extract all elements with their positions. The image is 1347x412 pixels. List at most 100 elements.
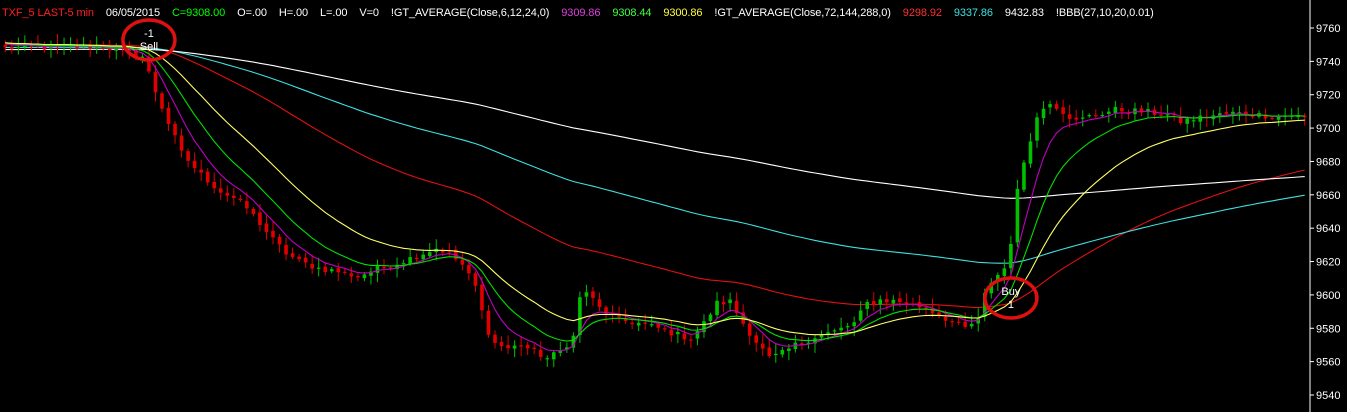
candle-body bbox=[878, 299, 883, 305]
candle-body bbox=[1041, 108, 1046, 119]
candle-body bbox=[271, 230, 275, 238]
candle-body bbox=[251, 208, 256, 214]
candle-body bbox=[427, 252, 432, 257]
candle-body bbox=[963, 321, 967, 327]
candle-body bbox=[258, 212, 262, 226]
avg1-value-1: 9309.86 bbox=[561, 7, 601, 19]
candle-body bbox=[245, 201, 249, 209]
candle-body bbox=[721, 301, 726, 305]
candle-body bbox=[676, 332, 680, 335]
candle-body bbox=[891, 299, 896, 304]
candle-body bbox=[1080, 117, 1085, 119]
candle-body bbox=[532, 347, 536, 349]
candle-body bbox=[871, 301, 876, 305]
high-value: H=.00 bbox=[278, 7, 309, 19]
candle-body bbox=[754, 335, 759, 343]
price-tick-label: 9560 bbox=[1316, 357, 1340, 369]
candle-body bbox=[499, 341, 504, 347]
buy-signal-text-top: Buy bbox=[1001, 286, 1020, 298]
buy-signal-circle bbox=[983, 276, 1039, 320]
avg1-value-2: 9308.44 bbox=[612, 7, 652, 19]
price-tick-label: 9680 bbox=[1316, 156, 1340, 168]
candle-body bbox=[1100, 114, 1105, 117]
candle-body bbox=[956, 321, 961, 323]
ma-144-line bbox=[5, 46, 1305, 264]
candle-body bbox=[519, 345, 523, 347]
avg1-value-3: 9300.86 bbox=[663, 7, 703, 19]
candle-body bbox=[349, 273, 354, 277]
candle-body bbox=[715, 300, 719, 316]
candle-body bbox=[16, 46, 21, 49]
candle-body bbox=[826, 332, 830, 335]
short-moving-averages bbox=[5, 42, 1305, 352]
candle-body bbox=[669, 329, 674, 336]
buy-signal-text-bottom: 1 bbox=[1008, 299, 1014, 311]
candle-body bbox=[1074, 117, 1078, 120]
candle-body bbox=[160, 93, 164, 109]
candle-body bbox=[264, 223, 269, 232]
candle-body bbox=[1061, 107, 1065, 114]
price-tick-label: 9540 bbox=[1316, 390, 1340, 402]
sell-signal-text-bottom: Sell bbox=[140, 41, 158, 53]
candle-body bbox=[303, 257, 308, 263]
candle-body bbox=[512, 345, 517, 349]
ma-6-line bbox=[5, 42, 1305, 352]
candle-body bbox=[767, 347, 772, 357]
candle-body bbox=[1276, 116, 1281, 120]
candle-body bbox=[284, 244, 288, 255]
candle-body bbox=[382, 266, 386, 268]
ma-72-line bbox=[5, 43, 1305, 309]
candle-body bbox=[950, 321, 954, 323]
candle-body bbox=[1191, 120, 1196, 122]
candle-body bbox=[591, 291, 595, 298]
candle-body bbox=[1009, 243, 1013, 269]
avg2-value-3: 9432.83 bbox=[1004, 7, 1044, 19]
candle-body bbox=[225, 192, 230, 196]
chart-header: TXF_5 LAST-5 min 06/05/2015 C=9308.00 O=… bbox=[2, 6, 1163, 20]
candle-body bbox=[1067, 114, 1072, 119]
candle-body bbox=[1015, 188, 1020, 243]
candle-body bbox=[780, 349, 785, 355]
candle-body bbox=[708, 314, 713, 322]
price-axis: 9540 9560 9580 9600 9620 9640 9660 9680 9700 9720… bbox=[1309, 0, 1340, 412]
candle-body bbox=[839, 327, 843, 331]
candle-body bbox=[1185, 118, 1189, 124]
candle-body bbox=[1087, 115, 1092, 117]
candle-body bbox=[277, 236, 282, 245]
avg1-label: !GT_AVERAGE(Close,6,12,24,0) bbox=[390, 7, 550, 19]
candle-body bbox=[656, 323, 661, 328]
candle-body bbox=[460, 259, 465, 265]
candle-body bbox=[1022, 162, 1026, 190]
price-tick-label: 9600 bbox=[1316, 290, 1340, 302]
candle-body bbox=[1107, 111, 1111, 114]
candle-body bbox=[538, 349, 543, 357]
candle-body bbox=[297, 256, 301, 260]
symbol-label: TXF_5 LAST-5 min bbox=[2, 7, 94, 19]
candle-body bbox=[480, 284, 484, 311]
candle-body bbox=[179, 135, 184, 151]
close-value: C=9308.00 bbox=[171, 7, 226, 19]
low-value: L=.00 bbox=[320, 7, 348, 19]
price-tick-label: 9620 bbox=[1316, 257, 1340, 269]
candle-body bbox=[1159, 114, 1163, 116]
candle-body bbox=[1165, 114, 1170, 116]
candle-body bbox=[362, 274, 367, 279]
candle-body bbox=[545, 358, 550, 360]
candle-body bbox=[107, 49, 112, 51]
candle-body bbox=[636, 322, 641, 326]
date-label: 06/05/2015 bbox=[105, 7, 160, 19]
ma-12-line bbox=[5, 42, 1305, 342]
candle-body bbox=[421, 254, 425, 260]
candle-body bbox=[852, 322, 856, 327]
candle-body bbox=[447, 251, 452, 253]
candle-body bbox=[205, 171, 210, 183]
candle-body bbox=[1093, 115, 1098, 117]
candle-body bbox=[597, 299, 602, 308]
candle-body bbox=[506, 345, 510, 349]
candles bbox=[3, 34, 1307, 368]
candle-body bbox=[343, 271, 347, 273]
candle-body bbox=[1035, 117, 1039, 141]
candle-body bbox=[329, 269, 334, 272]
candle-body bbox=[1002, 268, 1007, 276]
plot-area: 9540 9560 9580 9600 9620 9640 9660 9680 9700 9720… bbox=[3, 0, 1340, 412]
